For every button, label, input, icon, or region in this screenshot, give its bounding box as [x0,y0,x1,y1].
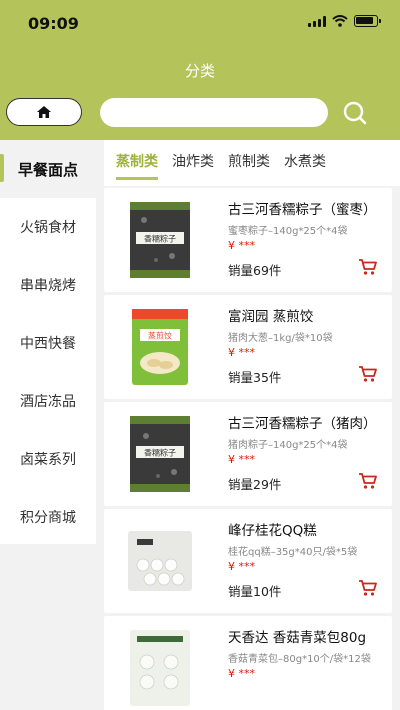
search-button[interactable] [340,98,370,128]
product-spec: 桂花qq糕–35g*40只/袋*5袋 [228,547,358,558]
product-card[interactable]: 天香达 香菇青菜包80g 香菇青菜包–80g*10个/袋*12袋 ¥ *** [104,616,392,710]
product-spec: 香菇青菜包–80g*10个/袋*12袋 [228,654,371,665]
sidebar-item-skewers[interactable]: 串串烧烤 [0,256,96,314]
product-image: 香糯粽子 [114,196,206,284]
product-price: ¥ *** [228,346,255,359]
product-sales: 销量29件 [228,477,282,492]
add-to-cart-icon[interactable] [358,258,378,276]
product-image [114,517,206,605]
status-icons [308,15,381,27]
sidebar-item-label: 串串烧烤 [20,278,76,294]
product-card[interactable]: 蒸煎饺 富润园 蒸煎饺 猪肉大葱–1kg/袋*10袋 ¥ *** 销量35件 [104,295,392,399]
package-label: 香糯粽子 [144,234,176,244]
product-name[interactable]: 古三河香糯粽子（蜜枣） [228,198,380,218]
sidebar-item-label: 酒店冻品 [20,394,76,410]
page-title: 分类 [184,62,215,80]
subcategory-tabs: 蒸制类 油炸类 煎制类 水煮类 [104,140,400,186]
sidebar-item-breakfast[interactable]: 早餐面点 [0,140,96,198]
product-name[interactable]: 峰仔桂花QQ糕 [228,519,380,539]
product-price: ¥ *** [228,453,255,466]
sidebar-item-braised[interactable]: 卤菜系列 [0,430,96,488]
category-sidebar: 早餐面点 火锅食材 串串烧烤 中西快餐 酒店冻品 卤菜系列 积分商城 [0,140,96,544]
product-card[interactable]: 峰仔桂花QQ糕 桂花qq糕–35g*40只/袋*5袋 ¥ *** 销量10件 [104,509,392,613]
package-label: 蒸煎饺 [148,331,172,341]
product-image: 蒸煎饺 [114,303,206,391]
product-price: ¥ *** [228,667,255,680]
battery-icon [354,15,381,27]
sidebar-item-label: 卤菜系列 [20,452,76,468]
sidebar-item-label: 早餐面点 [17,160,78,179]
sidebar-item-points-mall[interactable]: 积分商城 [0,488,96,546]
product-image [114,624,206,710]
status-time: 09:09 [28,14,79,33]
add-to-cart-icon[interactable] [358,365,378,383]
sidebar-item-label: 积分商城 [20,510,76,526]
sidebar-item-label: 中西快餐 [20,336,76,352]
product-list: 香糯粽子 古三河香糯粽子（蜜枣） 蜜枣粽子–140g*25个*4袋 ¥ *** … [104,188,392,710]
product-name[interactable]: 天香达 香菇青菜包80g [228,626,380,646]
sidebar-item-fastfood[interactable]: 中西快餐 [0,314,96,372]
sidebar-item-frozen[interactable]: 酒店冻品 [0,372,96,430]
wifi-icon [332,15,348,27]
product-price: ¥ *** [228,239,255,252]
product-spec: 蜜枣粽子–140g*25个*4袋 [228,226,348,237]
add-to-cart-icon[interactable] [358,579,378,597]
product-card[interactable]: 香糯粽子 古三河香糯粽子（猪肉） 猪肉粽子–140g*25个*4袋 ¥ *** … [104,402,392,506]
product-name[interactable]: 古三河香糯粽子（猪肉） [228,412,380,432]
product-price: ¥ *** [228,560,255,573]
tab-boiled[interactable]: 水煮类 [284,151,326,175]
product-spec: 猪肉大葱–1kg/袋*10袋 [228,333,333,344]
sidebar-item-hotpot[interactable]: 火锅食材 [0,198,96,256]
search-icon [343,101,367,125]
add-to-cart-icon[interactable] [358,472,378,490]
product-sales: 销量10件 [228,584,282,599]
home-icon [37,106,51,118]
product-sales: 销量69件 [228,263,282,278]
signal-icon [308,15,326,27]
sidebar-item-label: 火锅食材 [20,220,76,236]
package-label: 香糯粽子 [144,448,176,458]
product-sales: 销量35件 [228,370,282,385]
product-name[interactable]: 富润园 蒸煎饺 [228,305,380,325]
tab-steamed[interactable]: 蒸制类 [116,151,158,180]
tab-pan-fried[interactable]: 煎制类 [228,151,270,175]
search-input[interactable] [100,98,328,127]
header-bar: 09:09 分类 [0,0,400,140]
product-card[interactable]: 香糯粽子 古三河香糯粽子（蜜枣） 蜜枣粽子–140g*25个*4袋 ¥ *** … [104,188,392,292]
tab-fried[interactable]: 油炸类 [172,151,214,175]
home-button[interactable] [6,98,82,126]
product-image: 香糯粽子 [114,410,206,498]
product-spec: 猪肉粽子–140g*25个*4袋 [228,440,348,451]
